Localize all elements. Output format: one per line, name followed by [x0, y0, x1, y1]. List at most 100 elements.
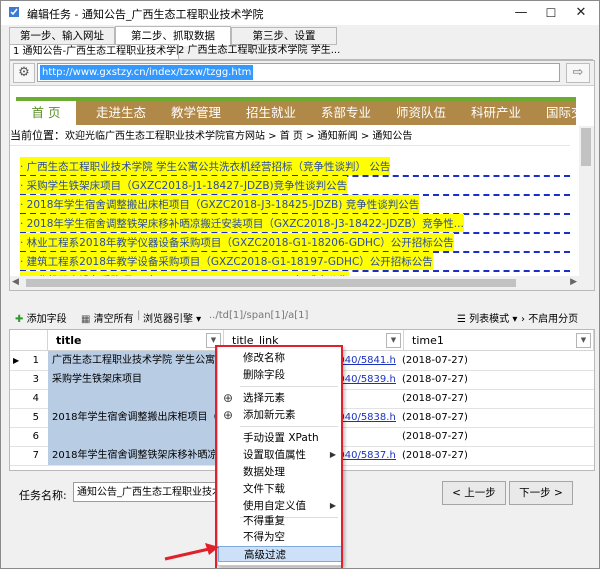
browser-engine-dropdown[interactable]: 浏览器引擎 ▾ — [143, 310, 201, 325]
window-title: 编辑任务 - 通知公告_广西生态工程职业技术学院 — [27, 8, 264, 21]
row-number: 3 — [32, 374, 39, 385]
prev-step-button[interactable]: < 上一步 — [442, 481, 506, 505]
menu-separator — [240, 426, 338, 427]
page-tabs: 1 通知公告-广西生态工程职业技术学院 2 广西生态工程职业技术学院 学生... — [9, 44, 593, 60]
nav-item[interactable]: 师资队伍 — [396, 101, 446, 125]
address-bar: ⚙ http://www.gxstzy.cn/index/tzxw/tzgg.h… — [10, 61, 594, 86]
task-name-input[interactable]: 通知公告_广西生态工程职业技术学院 — [73, 482, 221, 502]
cell-title[interactable]: 广西生态工程职业技术学院 学生公寓公共 — [48, 351, 216, 370]
embedded-browser: ⚙ http://www.gxstzy.cn/index/tzxw/tzgg.h… — [9, 60, 595, 291]
horizontal-scrollbar[interactable]: ◀ ▶ — [10, 276, 579, 290]
hscroll-thumb[interactable] — [26, 279, 516, 287]
page-tab-1[interactable]: 1 通知公告-广西生态工程职业技术学院 — [9, 44, 179, 59]
tab-step-3[interactable]: 第三步、设置 — [231, 27, 337, 45]
maximize-button[interactable]: ☐ — [536, 1, 566, 25]
menu-item-data-processing[interactable]: 数据处理 — [218, 464, 342, 480]
column-header-title[interactable]: title ▼ — [48, 330, 224, 351]
page-tab-2[interactable]: 2 广西生态工程职业技术学院 学生... — [175, 44, 351, 58]
tab-step-1[interactable]: 第一步、输入网址 — [9, 27, 115, 45]
nav-item[interactable]: 走进生态 — [96, 101, 146, 125]
news-item[interactable]: · 林业工程系2018年教学仪器设备采购项目（GXZC2018-G1-18206… — [20, 233, 570, 253]
scroll-thumb[interactable] — [581, 128, 591, 166]
chevron-down-icon[interactable]: ▼ — [386, 333, 401, 348]
news-item[interactable]: · 2018年学生宿舍调整搬出床柜项目（GXZC2018-J3-18425-JD… — [20, 195, 570, 215]
nav-item[interactable]: 科研产业 — [471, 101, 521, 125]
cell-time1[interactable]: (2018-07-27) — [402, 427, 468, 446]
go-arrow-icon[interactable]: ⇨ — [566, 63, 590, 83]
tab-step-2[interactable]: 第二步、抓取数据 — [115, 26, 231, 46]
breadcrumb-path: 欢迎光临广西生态工程职业技术学院官方网站 > 首 页 > 通知新闻 > 通知公告 — [65, 131, 413, 142]
menu-separator — [240, 386, 338, 387]
minimize-button[interactable]: — — [506, 1, 536, 25]
app-icon — [9, 7, 19, 17]
step-tabs: 第一步、输入网址 第二步、抓取数据 第三步、设置 — [9, 26, 593, 46]
scroll-left-icon[interactable]: ◀ — [12, 277, 19, 287]
cell-time1[interactable]: (2018-07-27) — [402, 370, 468, 389]
title-bar: 编辑任务 - 通知公告_广西生态工程职业技术学院 — ☐ ✕ — [1, 1, 599, 25]
vertical-scrollbar[interactable] — [579, 126, 594, 290]
annotation-arrow-icon — [164, 543, 219, 561]
menu-item-advanced-filter[interactable]: 高级过滤 — [218, 546, 342, 562]
menu-item-not-empty[interactable]: 不得为空 — [218, 529, 342, 545]
news-item[interactable]: · 2018年学生宿舍调整铁架床移补晒凉搬迁安装项目（GXZC2018-J3-1… — [20, 214, 570, 234]
nav-item[interactable]: 招生就业 — [246, 101, 296, 125]
cell-time1[interactable]: (2018-07-27) — [402, 408, 468, 427]
menu-item-custom-value[interactable]: 使用自定义值 ▶ — [218, 498, 342, 514]
submenu-arrow-icon: ▶ — [329, 501, 336, 510]
menu-item-add-element[interactable]: ⊕ 添加新元素 — [218, 407, 342, 423]
menu-item-value-attribute[interactable]: 设置取值属性 ▶ — [218, 447, 342, 463]
task-name-label: 任务名称: — [19, 489, 67, 502]
list-icon: ☰ — [457, 314, 466, 325]
toolbar-separator: | — [137, 310, 141, 321]
cell-time1[interactable]: (2018-07-27) — [402, 389, 468, 408]
menu-item-rename[interactable]: 修改名称 — [218, 350, 342, 366]
row-pointer-icon: ▶ — [13, 356, 20, 365]
row-number: 4 — [32, 393, 39, 404]
cell-title[interactable]: 2018年学生宿舍调整铁架床移补晒凉搬迁 — [48, 446, 216, 465]
crosshair-icon: ⊕ — [223, 391, 234, 405]
url-input[interactable]: http://www.gxstzy.cn/index/tzxw/tzgg.htm — [37, 63, 560, 82]
crosshair-icon: ⊕ — [223, 408, 234, 422]
clear-all-button[interactable]: ▦ 清空所有 — [81, 310, 134, 325]
news-item[interactable]: · 采购学生铁架床项目（GXZC2018-J1-18427-JDZB)竞争性谈判… — [20, 176, 570, 196]
news-list: · 广西生态工程职业技术学院 学生公寓公共洗衣机经营招标（竞争性谈判） 公告 ·… — [20, 157, 576, 289]
menu-item-manual-xpath[interactable]: 手动设置 XPath — [218, 430, 342, 446]
cell-title[interactable] — [48, 427, 216, 446]
field-toolbar: ✚ 添加字段 ▦ 清空所有 | 浏览器引擎 ▾ ../td[1]/span[1]… — [9, 306, 593, 328]
cell-title[interactable] — [48, 389, 216, 408]
context-menu: 修改名称 删除字段 ⊕ 选择元素 ⊕ 添加新元素 手动设置 XPath 设置取值属性… — [217, 346, 343, 566]
scroll-right-icon[interactable]: ▶ — [570, 277, 577, 287]
nav-item[interactable]: 教学管理 — [171, 101, 221, 125]
add-field-button[interactable]: ✚ 添加字段 — [15, 310, 67, 325]
menu-item-delete-field[interactable]: 删除字段 — [218, 367, 342, 383]
news-item[interactable]: · 建筑工程系2018年教学设备采购项目（GXZC2018-G1-18197-G… — [20, 252, 570, 272]
breadcrumb: 当前位置：欢迎光临广西生态工程职业技术学院官方网站 > 首 页 > 通知新闻 >… — [10, 127, 570, 146]
cell-time1[interactable]: (2018-07-27) — [402, 351, 468, 370]
column-header-time1[interactable]: time1 ▼ — [404, 330, 594, 351]
nav-item[interactable]: 系部专业 — [321, 101, 371, 125]
url-text: http://www.gxstzy.cn/index/tzxw/tzgg.htm — [40, 65, 254, 80]
cell-title[interactable]: 采购学生铁架床项目 — [48, 370, 216, 389]
clear-icon: ▦ — [81, 314, 91, 325]
next-step-button[interactable]: 下一步 > — [509, 481, 573, 505]
xpath-display: ../td[1]/span[1]/a[1] — [209, 310, 309, 321]
site-nav-bar: 首 页 走进生态 教学管理 招生就业 系部专业 师资队伍 科研产业 国际交 — [16, 97, 576, 125]
close-button[interactable]: ✕ — [566, 1, 596, 25]
gear-icon[interactable]: ⚙ — [13, 63, 35, 83]
chevron-down-icon[interactable]: ▼ — [576, 333, 591, 348]
nav-item[interactable]: 国际交 — [546, 101, 576, 125]
plus-icon: ✚ — [15, 314, 24, 325]
grid-corner — [10, 330, 48, 351]
menu-item-select-element[interactable]: ⊕ 选择元素 — [218, 390, 342, 406]
nav-home[interactable]: 首 页 — [16, 101, 76, 125]
pagination-button[interactable]: › 不启用分页 — [521, 310, 578, 325]
row-number: 6 — [32, 431, 39, 442]
cell-title[interactable]: 2018年学生宿舍调整搬出床柜项目（ — [48, 408, 216, 427]
row-number: 7 — [32, 450, 39, 461]
task-editor-window: 编辑任务 - 通知公告_广西生态工程职业技术学院 — ☐ ✕ 第一步、输入网址 … — [0, 0, 600, 569]
cell-time1[interactable]: (2018-07-27) — [402, 446, 468, 465]
menu-item-file-download[interactable]: 文件下载 — [218, 481, 342, 497]
list-mode-button[interactable]: ☰ 列表模式 ▾ — [457, 310, 517, 325]
news-item[interactable]: · 广西生态工程职业技术学院 学生公寓公共洗衣机经营招标（竞争性谈判） 公告 — [20, 157, 570, 177]
menu-item-no-duplicate[interactable]: 不得重复 — [218, 513, 342, 529]
